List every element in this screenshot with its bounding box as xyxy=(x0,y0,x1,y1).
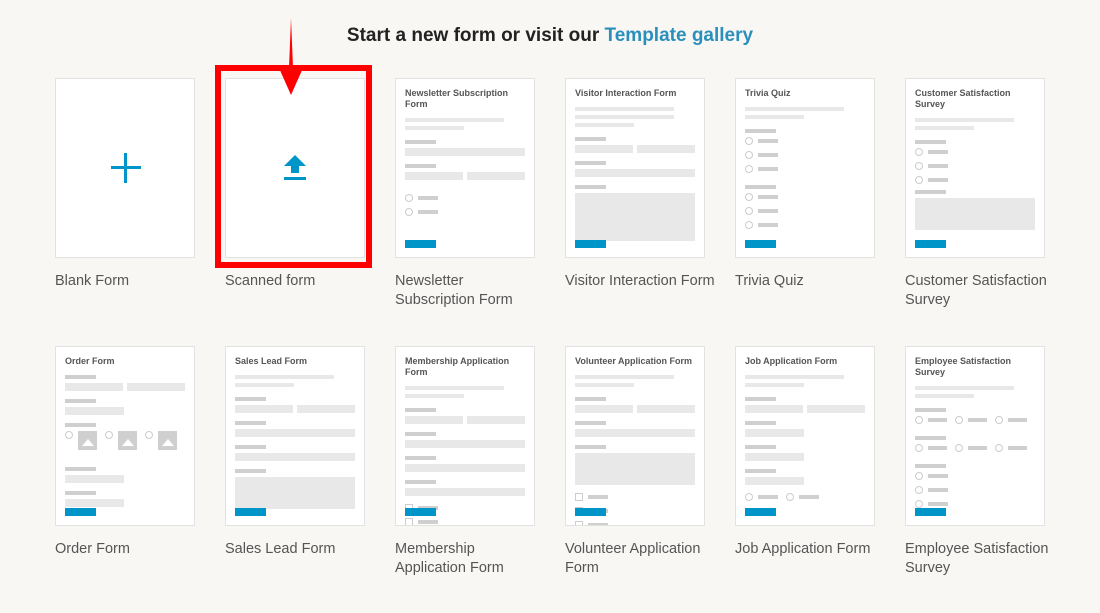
template-name: Job Application Form xyxy=(735,541,871,557)
template-card[interactable]: Job Application Form Job Application Form xyxy=(735,346,875,559)
template-card[interactable]: Employee Satisfaction Survey Employee Sat… xyxy=(905,346,1048,578)
template-card[interactable]: Sales Lead Form Sales Lead Form xyxy=(225,346,365,559)
template-name: Blank Form xyxy=(55,273,130,289)
template-card[interactable]: Scanned form xyxy=(225,78,365,291)
template-card[interactable]: Trivia Quiz Trivia Quiz xyxy=(735,78,875,291)
thumbnail-title: Job Application Form xyxy=(745,356,838,366)
template-thumbnail[interactable]: Sales Lead Form xyxy=(225,346,365,526)
template-name: Trivia Quiz xyxy=(735,273,804,289)
template-name: Scanned form xyxy=(225,273,316,289)
template-name: Customer Satisfaction Survey xyxy=(905,273,1047,308)
upload-icon xyxy=(284,155,306,180)
thumbnail-title: Sales Lead Form xyxy=(235,356,308,366)
template-thumbnail[interactable]: Employee Satisfaction Survey xyxy=(905,346,1045,526)
thumbnail-title: Trivia Quiz xyxy=(745,88,791,98)
thumbnail-title: Volunteer Application Form xyxy=(575,356,693,366)
template-thumbnail[interactable]: Volunteer Application Form xyxy=(565,346,705,526)
template-name: Sales Lead Form xyxy=(225,541,336,557)
page-heading: Start a new form or visit our Template g… xyxy=(346,25,754,46)
template-name: Newsletter Subscription Form xyxy=(395,273,513,308)
template-thumbnail[interactable]: Order Form xyxy=(55,346,195,526)
template-card[interactable]: Customer Satisfaction Survey Customer Sat… xyxy=(905,78,1047,310)
template-thumbnail[interactable]: Trivia Quiz xyxy=(735,78,875,258)
template-card[interactable]: Volunteer Application Form Volunteer Appl… xyxy=(565,346,705,578)
template-name: Visitor Interaction Form xyxy=(565,273,715,289)
template-name: Volunteer Application Form xyxy=(565,541,701,576)
thumbnail-title: Employee Satisfaction Survey xyxy=(915,356,1012,377)
template-card[interactable]: Membership Application Form Membership Ap… xyxy=(395,346,535,578)
template-card[interactable]: Visitor Interaction Form Visitor Interact… xyxy=(565,78,715,291)
template-thumbnail[interactable]: Visitor Interaction Form xyxy=(565,78,705,258)
thumbnail-title: Membership Application Form xyxy=(405,356,510,377)
image-icon xyxy=(118,431,137,450)
template-gallery-link[interactable]: Template gallery xyxy=(605,25,754,46)
thumbnail-title: Visitor Interaction Form xyxy=(575,88,677,98)
plus-icon xyxy=(111,153,141,183)
thumbnail-title: Customer Satisfaction Survey xyxy=(915,88,1011,109)
template-card[interactable]: Order Form Order Form xyxy=(55,346,195,559)
image-icon xyxy=(78,431,97,450)
template-name: Employee Satisfaction Survey xyxy=(905,541,1049,576)
template-thumbnail[interactable]: Newsletter Subscription Form xyxy=(395,78,535,258)
image-icon xyxy=(158,431,177,450)
template-card[interactable]: Newsletter Subscription Form Newsletter S… xyxy=(395,78,535,310)
template-thumbnail[interactable] xyxy=(55,78,195,258)
template-thumbnail[interactable]: Customer Satisfaction Survey xyxy=(905,78,1045,258)
template-thumbnail[interactable] xyxy=(225,78,365,258)
thumbnail-title: Order Form xyxy=(65,356,115,366)
thumbnail-title: Newsletter Subscription Form xyxy=(405,88,509,109)
template-card[interactable]: Blank Form xyxy=(55,78,195,291)
arrow-down-icon xyxy=(279,18,303,95)
template-name: Membership Application Form xyxy=(395,541,504,576)
template-name: Order Form xyxy=(55,541,130,557)
template-thumbnail[interactable]: Job Application Form xyxy=(735,346,875,526)
template-thumbnail[interactable]: Membership Application Form xyxy=(395,346,535,526)
